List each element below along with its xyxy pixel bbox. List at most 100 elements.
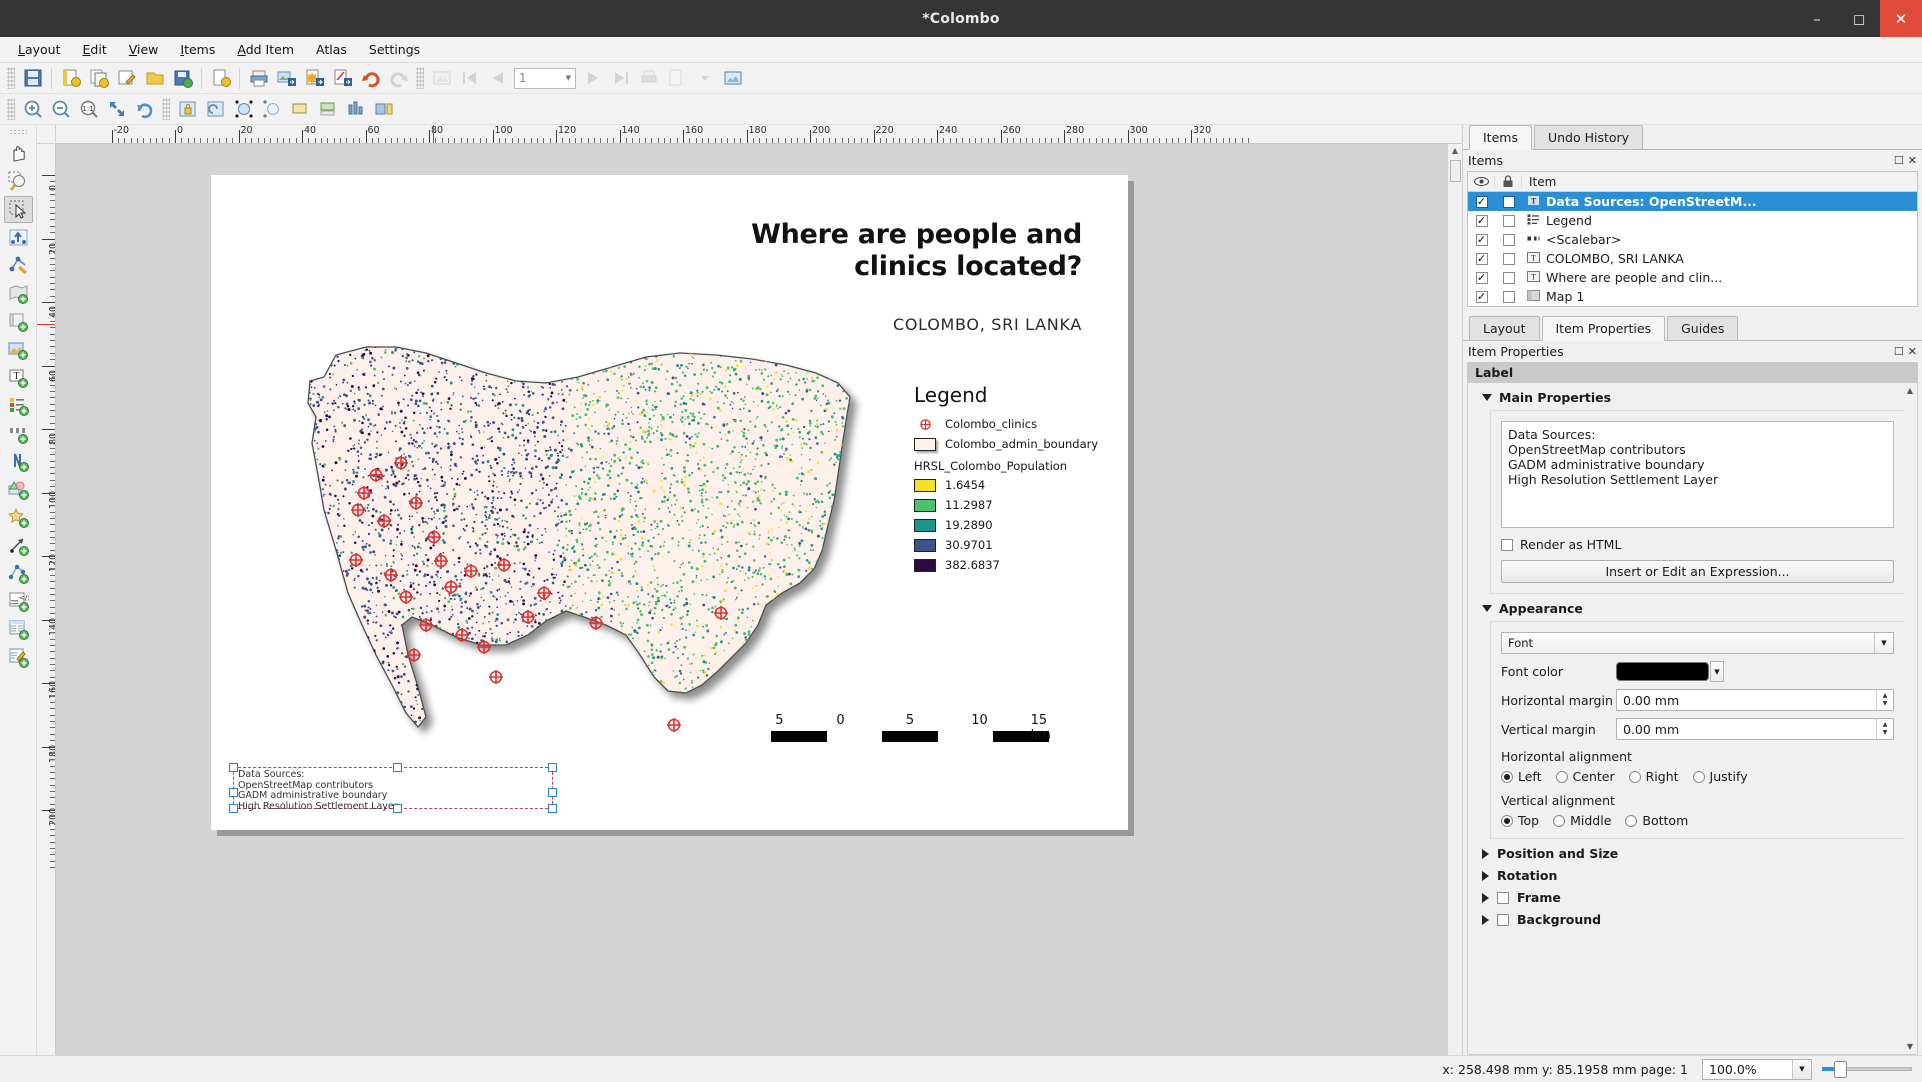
- population-dot: [435, 377, 438, 380]
- atlas-settings-icon[interactable]: [428, 65, 455, 91]
- population-dot: [335, 384, 338, 386]
- layout-manager-icon[interactable]: [113, 65, 140, 91]
- layout-properties-icon[interactable]: [207, 65, 234, 91]
- open-template-icon[interactable]: [141, 65, 168, 91]
- menu-edit[interactable]: Edit: [73, 39, 117, 60]
- atlas-dropdown-icon[interactable]: [691, 65, 718, 91]
- zoom-tool-icon[interactable]: [4, 168, 33, 195]
- menu-layout[interactable]: Layout: [8, 39, 71, 60]
- population-dot: [418, 399, 422, 403]
- new-layout-icon[interactable]: [57, 65, 84, 91]
- zoom-out-icon[interactable]: [47, 96, 74, 122]
- last-feature-icon[interactable]: [607, 65, 634, 91]
- map-graphic[interactable]: [266, 325, 866, 765]
- add-picture-icon[interactable]: [4, 308, 33, 335]
- toolbar-nav-grip-2[interactable]: [162, 98, 170, 120]
- duplicate-layout-icon[interactable]: [85, 65, 112, 91]
- lock-items-icon[interactable]: [174, 96, 201, 122]
- export-svg-icon[interactable]: [301, 65, 328, 91]
- close-icon[interactable]: ✕: [1880, 0, 1922, 37]
- menu-atlas[interactable]: Atlas: [306, 39, 357, 60]
- population-dot: [337, 513, 341, 517]
- zoom-in-icon[interactable]: [19, 96, 46, 122]
- population-dot: [607, 583, 611, 587]
- menu-items[interactable]: Items: [170, 39, 225, 60]
- minimize-icon[interactable]: –: [1796, 0, 1838, 37]
- canvas-viewport[interactable]: Where are people and clinics located? CO…: [56, 144, 1447, 1055]
- population-dot: [441, 587, 444, 590]
- select-all-icon[interactable]: [230, 96, 257, 122]
- first-feature-icon[interactable]: [456, 65, 483, 91]
- page-canvas[interactable]: 020406080100120140160180200: [37, 144, 1462, 1055]
- population-dot: [407, 441, 411, 445]
- population-dot: [392, 652, 396, 655]
- menu-view[interactable]: View: [119, 39, 169, 60]
- add-polyline-icon[interactable]: [4, 560, 33, 587]
- add-shape-icon[interactable]: [4, 476, 33, 503]
- add-label-icon[interactable]: T: [4, 364, 33, 391]
- horizontal-ruler[interactable]: -20 0 20 40 60 80 100 120 140 160 180 200 220 240 260 2…: [56, 125, 1462, 144]
- zoom-full-icon[interactable]: [103, 96, 130, 122]
- distribute-items-icon[interactable]: [370, 96, 397, 122]
- preview-atlas-icon[interactable]: [719, 65, 746, 91]
- add-legend-icon[interactable]: [4, 392, 33, 419]
- add-scalebar-icon[interactable]: [4, 420, 33, 447]
- toolbar-grip-2[interactable]: [416, 67, 424, 89]
- add-image-icon[interactable]: [4, 336, 33, 363]
- atlas-page-input[interactable]: 1 ▼: [514, 67, 576, 89]
- save-template-icon[interactable]: [169, 65, 196, 91]
- population-dot: [834, 421, 837, 423]
- toolbar-nav-grip[interactable]: [7, 98, 15, 120]
- edit-nodes-icon[interactable]: [4, 252, 33, 279]
- population-dot: [730, 401, 733, 403]
- menu-add-item[interactable]: Add Item: [227, 39, 304, 60]
- add-north-arrow-icon[interactable]: [4, 448, 33, 475]
- vtoolbar-grip[interactable]: [9, 129, 27, 136]
- population-dot: [549, 600, 552, 603]
- redo-icon[interactable]: [385, 65, 412, 91]
- population-dot: [386, 565, 389, 567]
- unlock-all-items-icon[interactable]: [202, 96, 229, 122]
- previous-feature-icon[interactable]: [484, 65, 511, 91]
- add-table-icon[interactable]: [4, 616, 33, 643]
- print-icon[interactable]: [245, 65, 272, 91]
- export-pdf-icon[interactable]: [329, 65, 356, 91]
- raise-items-icon[interactable]: [286, 96, 313, 122]
- undo-icon[interactable]: [357, 65, 384, 91]
- population-dot: [606, 596, 610, 599]
- zoom-100-icon[interactable]: 1:1: [75, 96, 102, 122]
- vertical-ruler[interactable]: 020406080100120140160180200: [37, 144, 56, 1055]
- population-dot: [792, 625, 795, 629]
- save-layout-icon[interactable]: [19, 65, 46, 91]
- deselect-all-icon[interactable]: [258, 96, 285, 122]
- add-map-icon[interactable]: [4, 280, 33, 307]
- add-arrow-icon[interactable]: [4, 532, 33, 559]
- population-dot: [575, 730, 577, 732]
- chevron-down-icon[interactable]: ▼: [566, 74, 571, 82]
- add-marker-icon[interactable]: [4, 504, 33, 531]
- population-dot: [578, 575, 581, 578]
- population-dot: [498, 524, 501, 527]
- align-items-icon[interactable]: [342, 96, 369, 122]
- export-image-icon[interactable]: [273, 65, 300, 91]
- add-html-icon[interactable]: </>: [4, 588, 33, 615]
- population-dot: [587, 436, 590, 440]
- population-dot: [591, 425, 593, 427]
- layout-page-sheet[interactable]: Where are people and clinics located? CO…: [211, 175, 1128, 830]
- print-atlas-icon[interactable]: [635, 65, 662, 91]
- pan-layout-icon[interactable]: [4, 140, 33, 167]
- population-dot: [461, 664, 464, 667]
- export-atlas-icon[interactable]: [663, 65, 690, 91]
- lower-items-icon[interactable]: [314, 96, 341, 122]
- add-attribute-table-icon[interactable]: [4, 644, 33, 671]
- toolbar-grip[interactable]: [7, 67, 15, 89]
- population-dot: [675, 499, 678, 502]
- population-dot: [670, 467, 674, 470]
- next-feature-icon[interactable]: [579, 65, 606, 91]
- maximize-icon[interactable]: ◻: [1838, 0, 1880, 37]
- refresh-view-icon[interactable]: [131, 96, 158, 122]
- population-dot: [536, 731, 538, 733]
- menu-settings[interactable]: Settings: [359, 39, 430, 60]
- select-item-icon[interactable]: [3, 196, 33, 223]
- move-item-content-icon[interactable]: [4, 224, 33, 251]
